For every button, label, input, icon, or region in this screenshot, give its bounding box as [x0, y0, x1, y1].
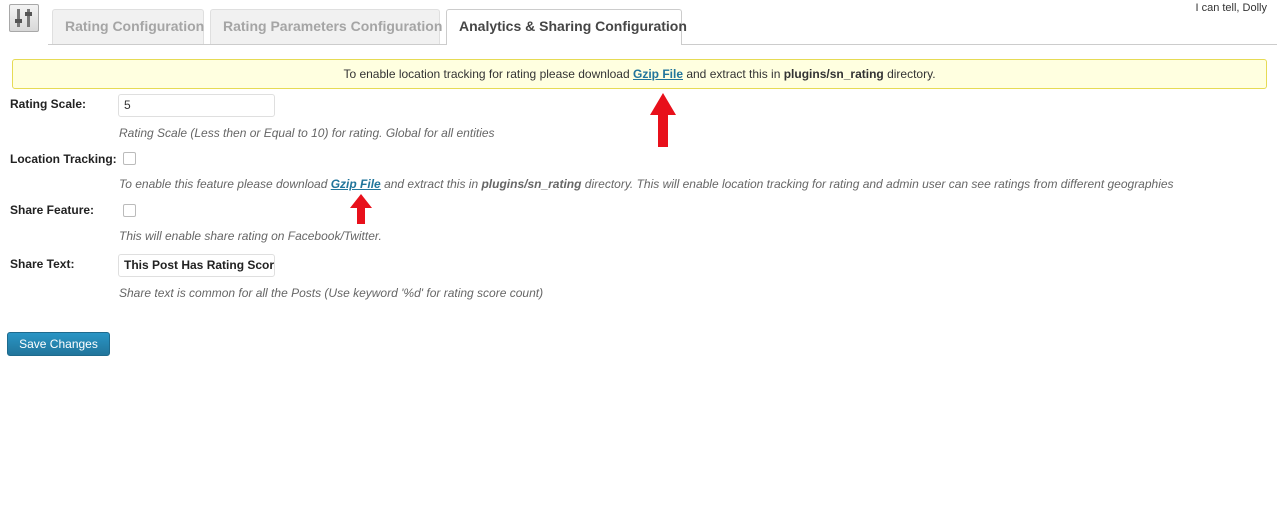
- red-arrow-up-icon: [650, 93, 676, 147]
- location-desc-path: plugins/sn_rating: [481, 177, 582, 191]
- location-tracking-checkbox[interactable]: [123, 152, 136, 165]
- location-desc-suffix: directory. This will enable location tra…: [581, 177, 1174, 191]
- notice-gzip-link[interactable]: Gzip File: [633, 67, 683, 81]
- share-feature-description: This will enable share rating on Faceboo…: [119, 229, 382, 243]
- red-arrow-up-small-icon: [350, 194, 372, 224]
- share-feature-checkbox[interactable]: [123, 204, 136, 217]
- tab-rating-parameters-configuration[interactable]: Rating Parameters Configuration: [210, 9, 442, 44]
- share-text-label: Share Text:: [10, 257, 75, 271]
- tab-analytics-sharing-configuration[interactable]: Analytics & Sharing Configuration: [446, 9, 687, 45]
- rating-scale-description: Rating Scale (Less then or Equal to 10) …: [119, 126, 495, 140]
- share-feature-label: Share Feature:: [10, 203, 95, 217]
- location-desc-middle: and extract this in: [380, 177, 482, 191]
- notice-suffix: directory.: [883, 67, 936, 81]
- sliders-icon: [9, 4, 39, 32]
- rating-scale-label: Rating Scale:: [10, 97, 87, 111]
- tab-rating-configuration[interactable]: Rating Configuration: [52, 9, 204, 44]
- share-text-description: Share text is common for all the Posts (…: [119, 286, 544, 300]
- location-tracking-notice: To enable location tracking for rating p…: [12, 59, 1267, 89]
- rating-scale-input[interactable]: 5: [118, 94, 275, 117]
- location-gzip-link[interactable]: Gzip File: [331, 177, 381, 191]
- location-desc-prefix: To enable this feature please download: [119, 177, 331, 191]
- location-tracking-description: To enable this feature please download G…: [119, 177, 1174, 191]
- save-changes-button[interactable]: Save Changes: [7, 332, 110, 356]
- howdy-text: I can tell, Dolly: [1195, 2, 1267, 14]
- notice-path: plugins/sn_rating: [783, 67, 884, 81]
- share-text-input[interactable]: This Post Has Rating Scor: [118, 254, 275, 277]
- notice-prefix: To enable location tracking for rating p…: [343, 67, 633, 81]
- location-tracking-label: Location Tracking:: [10, 152, 117, 166]
- notice-middle: and extract this in: [683, 67, 784, 81]
